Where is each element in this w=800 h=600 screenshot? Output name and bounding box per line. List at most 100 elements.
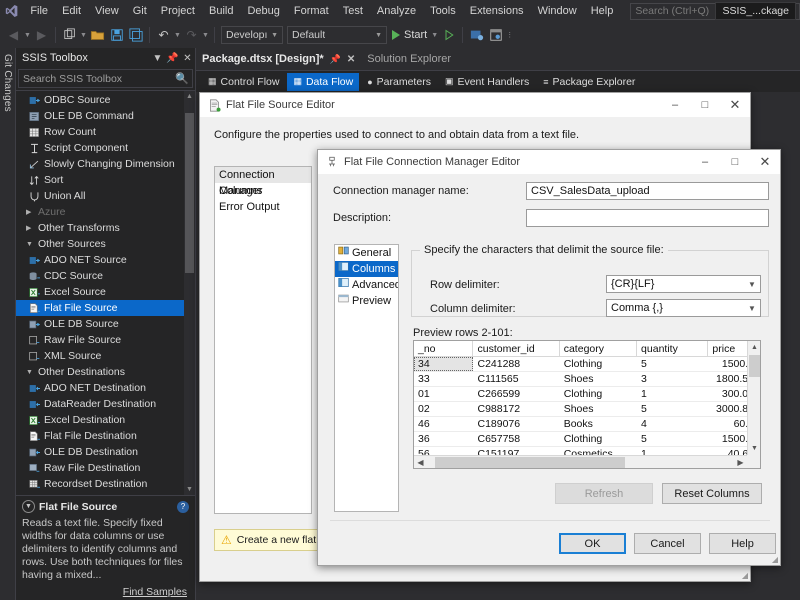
navigate-back-dropdown-icon[interactable]: ▼ [23, 24, 32, 46]
pin-icon[interactable]: 📌 [165, 53, 180, 64]
toolbox-scrollbar[interactable]: ▲ ▼ [184, 91, 195, 495]
grid-cell[interactable]: C189076 [473, 417, 559, 431]
find-samples-link[interactable]: Find Samples [123, 586, 187, 598]
help-icon[interactable]: ? [177, 501, 189, 513]
cm-page-columns[interactable]: Columns [335, 261, 398, 277]
grid-cell[interactable]: C241288 [473, 357, 559, 371]
toolbox-item-list[interactable]: ▲ ▼ ODBC Source OLE DB Command Row Count Sc… [16, 90, 195, 495]
grid-row[interactable]: 36 C657758 Clothing 5 1500.4 [414, 432, 760, 447]
grid-row[interactable]: 33 C111565 Shoes 3 1800.51 [414, 372, 760, 387]
start-dropdown-icon[interactable]: ▼ [430, 24, 439, 46]
tab-solution-explorer[interactable]: Solution Explorer [361, 48, 458, 70]
menu-project[interactable]: Project [154, 0, 202, 22]
toolbox-item-flat-file-source[interactable]: Flat File Source [16, 300, 195, 316]
preview-grid-horizontal-scrollbar[interactable]: ◀ ▶ [414, 455, 747, 468]
toolbox-group-other-sources[interactable]: ▼ Other Sources [16, 236, 195, 252]
save-all-icon[interactable] [126, 24, 145, 46]
solution-configuration-combo[interactable]: Developı ▼ [221, 26, 283, 44]
scroll-up-icon[interactable]: ▲ [748, 341, 760, 354]
grid-cell[interactable]: 3 [637, 372, 708, 386]
toolbox-group-other-destinations[interactable]: ▼ Other Destinations [16, 364, 195, 380]
toolbox-item-excel-source[interactable]: Excel Source [16, 284, 195, 300]
grid-cell[interactable]: 33 [414, 372, 473, 386]
menu-extensions[interactable]: Extensions [463, 0, 531, 22]
column-delimiter-combo[interactable]: Comma {,} ▼ [606, 299, 761, 317]
toolbox-item-ole-db-source[interactable]: OLE DB Source [16, 316, 195, 332]
scroll-down-icon[interactable]: ▼ [184, 484, 195, 495]
navigate-forward-icon[interactable]: ▶ [32, 24, 51, 46]
grid-cell[interactable]: 34 [414, 357, 474, 371]
menu-file[interactable]: File [23, 0, 55, 22]
toolbox-item-raw-file-destination[interactable]: Raw File Destination [16, 460, 195, 476]
tab-control-flow[interactable]: ▦ Control Flow [202, 73, 285, 91]
grid-cell[interactable]: 01 [414, 387, 473, 401]
reset-columns-button[interactable]: Reset Columns [662, 483, 762, 504]
grid-cell[interactable]: 5 [637, 432, 708, 446]
tab-package-explorer[interactable]: ≡ Package Explorer [537, 73, 641, 91]
grid-cell[interactable]: Shoes [560, 372, 637, 386]
grid-cell[interactable]: 46 [414, 417, 473, 431]
toolbox-item-row-count[interactable]: Row Count [16, 124, 195, 140]
toolbox-item-datareader-destination[interactable]: DataReader Destination [16, 396, 195, 412]
close-button[interactable]: ✕ [750, 150, 780, 174]
connection-manager-editor-titlebar[interactable]: Flat File Connection Manager Editor – □ … [318, 150, 780, 174]
preview-grid-vertical-scrollbar[interactable]: ▲ ▼ [747, 341, 760, 455]
toolbox-item-ole-db-destination[interactable]: OLE DB Destination [16, 444, 195, 460]
grid-cell[interactable]: 5 [637, 357, 708, 371]
solution-platform-combo[interactable]: Default ▼ [287, 26, 387, 44]
grid-cell[interactable]: Books [560, 417, 637, 431]
menu-edit[interactable]: Edit [55, 0, 88, 22]
new-project-dropdown-icon[interactable]: ▼ [79, 24, 88, 46]
scroll-left-icon[interactable]: ◀ [414, 456, 427, 469]
toolbox-item-script-component[interactable]: Script Component [16, 140, 195, 156]
toolbox-item-raw-file-source[interactable]: Raw File Source [16, 332, 195, 348]
cm-cancel-button[interactable]: Cancel [634, 533, 701, 554]
cm-page-preview[interactable]: Preview [335, 293, 398, 309]
grid-cell[interactable]: C988172 [473, 402, 559, 416]
toolbox-item-ado-net-destination[interactable]: ADO NET Destination [16, 380, 195, 396]
properties-window-icon[interactable] [486, 24, 505, 46]
grid-cell[interactable]: Clothing [560, 432, 637, 446]
connection-manager-page-list[interactable]: General Columns Advanced Preview [334, 244, 399, 512]
undo-dropdown-icon[interactable]: ▼ [173, 24, 182, 46]
menu-tools[interactable]: Tools [423, 0, 463, 22]
grid-cell[interactable]: 36 [414, 432, 473, 446]
scroll-up-icon[interactable]: ▲ [184, 91, 195, 102]
grid-column-header[interactable]: category [560, 341, 638, 356]
menu-analyze[interactable]: Analyze [370, 0, 423, 22]
grid-cell[interactable]: C657758 [473, 432, 559, 446]
save-icon[interactable] [107, 24, 126, 46]
toolbox-item-recordset-destination[interactable]: Recordset Destination [16, 476, 195, 492]
grid-cell[interactable]: Clothing [560, 387, 637, 401]
toolbox-item-sort[interactable]: Sort [16, 172, 195, 188]
minimize-button[interactable]: – [660, 93, 690, 117]
toolbox-item-odbc-source[interactable]: ODBC Source [16, 92, 195, 108]
toolbox-item-ado-net-source[interactable]: ADO NET Source [16, 252, 195, 268]
scrollbar-thumb[interactable] [185, 113, 194, 273]
toolbox-group-other-transforms[interactable]: ▶ Other Transforms [16, 220, 195, 236]
refresh-button[interactable]: Refresh [555, 483, 653, 504]
cm-page-general[interactable]: General [335, 245, 398, 261]
page-connection-manager[interactable]: Connection Manager [215, 167, 311, 197]
menu-build[interactable]: Build [202, 0, 240, 22]
grid-cell[interactable]: C111565 [473, 372, 559, 386]
close-icon[interactable]: ✕ [347, 54, 355, 65]
menu-window[interactable]: Window [531, 0, 584, 22]
toolbox-item-excel-destination[interactable]: Excel Destination [16, 412, 195, 428]
row-delimiter-combo[interactable]: {CR}{LF} ▼ [606, 275, 761, 293]
chevron-down-icon[interactable]: ▼ [150, 53, 165, 64]
grid-cell[interactable]: C266599 [473, 387, 559, 401]
menu-git[interactable]: Git [126, 0, 154, 22]
grid-row[interactable]: 01 C266599 Clothing 1 300.08 [414, 387, 760, 402]
page-error-output[interactable]: Error Output [215, 199, 311, 215]
scrollbar-thumb[interactable] [435, 456, 625, 468]
toolbox-item-cdc-source[interactable]: CDC Source [16, 268, 195, 284]
redo-icon[interactable]: ↷ [182, 24, 201, 46]
start-debug-button[interactable]: Start [389, 29, 430, 41]
maximize-button[interactable]: □ [720, 150, 750, 174]
grid-cell[interactable]: 4 [637, 417, 708, 431]
connection-manager-name-input[interactable]: CSV_SalesData_upload [526, 182, 769, 200]
pin-icon[interactable]: 📌 [330, 54, 341, 65]
toolbar-overflow-icon[interactable]: ⋮ [505, 24, 514, 46]
menu-view[interactable]: View [88, 0, 126, 22]
